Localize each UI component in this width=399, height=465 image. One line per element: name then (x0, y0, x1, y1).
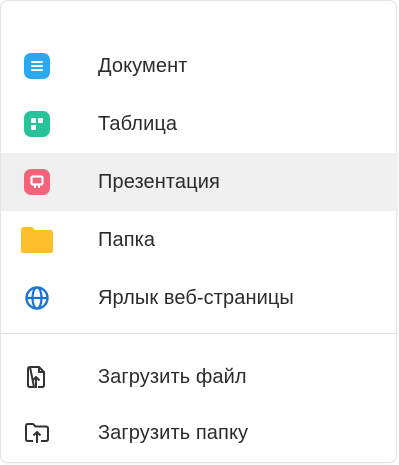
menu-item-label: Таблица (98, 112, 178, 135)
globe-icon (23, 284, 51, 312)
document-icon (23, 52, 51, 80)
folder-icon (20, 226, 54, 254)
menu-item-label: Презентация (98, 170, 220, 193)
upload-folder-icon (23, 419, 51, 447)
menu-item-upload-folder[interactable]: Загрузить папку (1, 404, 398, 462)
menu-item-label: Загрузить файл (98, 365, 247, 388)
menu-item-label: Документ (98, 54, 188, 77)
menu-item-label: Загрузить папку (98, 421, 249, 444)
menu-item-folder[interactable]: Папка (1, 211, 398, 269)
spreadsheet-icon (23, 110, 51, 138)
presentation-icon (23, 168, 51, 196)
upload-file-icon (23, 363, 51, 391)
menu-item-web-shortcut[interactable]: Ярлык веб-страницы (1, 269, 398, 327)
menu-item-presentation[interactable]: Презентация (1, 153, 398, 211)
menu-item-label: Ярлык веб-страницы (98, 286, 294, 309)
create-menu: Документ Таблица Презентация Папка Ярлык… (0, 0, 398, 463)
menu-item-spreadsheet[interactable]: Таблица (1, 95, 398, 153)
menu-divider (1, 333, 398, 334)
menu-item-document[interactable]: Документ (1, 37, 398, 95)
menu-item-label: Папка (98, 228, 156, 251)
menu-item-upload-file[interactable]: Загрузить файл (1, 348, 398, 406)
